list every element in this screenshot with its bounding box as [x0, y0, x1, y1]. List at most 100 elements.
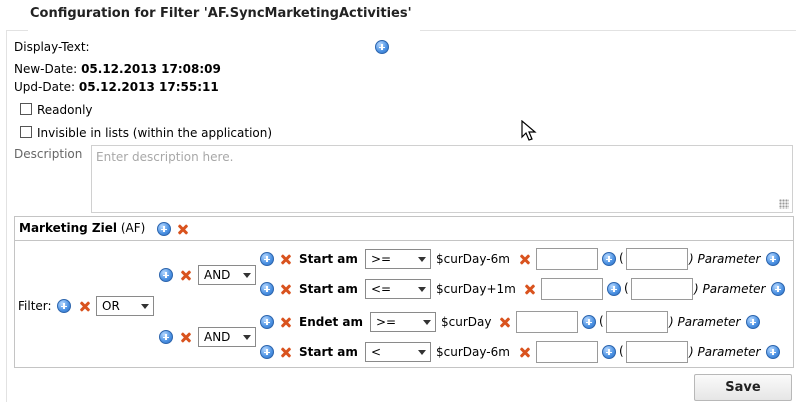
comparator-value: >= — [371, 252, 392, 266]
filter-header-divider — [15, 240, 793, 241]
parameter-label: ) Parameter — [669, 315, 741, 329]
description-placeholder: Enter description here. — [96, 150, 234, 164]
chevron-down-icon — [418, 257, 426, 262]
add-parameter-end-icon[interactable] — [766, 252, 780, 266]
group1-operator-value: AND — [204, 268, 231, 282]
condition-value-input[interactable] — [516, 311, 578, 333]
add-root-condition-icon[interactable] — [57, 299, 71, 313]
condition-field: Start am — [299, 345, 358, 359]
readonly-label: Readonly — [37, 103, 93, 117]
clear-value-icon[interactable] — [523, 282, 537, 296]
root-operator-value: OR — [102, 299, 120, 313]
condition-value-input[interactable] — [541, 278, 603, 300]
display-text-label: Display-Text: — [14, 40, 90, 54]
description-label: Description — [14, 147, 83, 161]
delete-filter-group-icon[interactable] — [176, 222, 190, 236]
upd-date-value: 05.12.2013 17:55:11 — [78, 80, 219, 94]
readonly-checkbox[interactable] — [20, 103, 32, 115]
delete-group2-icon[interactable] — [179, 330, 193, 344]
parameter-label: ) Parameter — [694, 282, 766, 296]
frame-top-right — [420, 30, 796, 31]
add-group2-condition-icon[interactable] — [159, 330, 173, 344]
parameter-label: ) Parameter — [689, 345, 761, 359]
page-title: Configuration for Filter 'AF.SyncMarketi… — [30, 6, 412, 21]
comparator-value: <= — [371, 282, 392, 296]
parameter-input[interactable] — [631, 278, 693, 300]
add-condition-icon[interactable] — [260, 315, 274, 329]
filter-group-name: Marketing Ziel — [19, 221, 117, 235]
frame-top-left — [6, 30, 28, 31]
comparator-value: < — [371, 345, 382, 359]
clear-value-icon[interactable] — [518, 252, 532, 266]
parameter-input[interactable] — [626, 248, 688, 270]
resize-grip-icon[interactable] — [779, 199, 789, 209]
add-parameter-end-icon[interactable] — [771, 282, 785, 296]
condition-value-input[interactable] — [536, 341, 598, 363]
delete-condition-icon[interactable] — [279, 345, 293, 359]
add-condition-icon[interactable] — [260, 345, 274, 359]
chevron-down-icon — [418, 350, 426, 355]
upd-date-row: Upd-Date: 05.12.2013 17:55:11 — [14, 80, 219, 94]
add-condition-icon[interactable] — [260, 282, 274, 296]
delete-condition-icon[interactable] — [279, 282, 293, 296]
chevron-down-icon — [243, 335, 251, 340]
invisible-label: Invisible in lists (within the applicati… — [37, 126, 273, 140]
add-filter-group-icon[interactable] — [157, 222, 171, 236]
condition-value: $curDay — [441, 315, 492, 329]
clear-value-icon[interactable] — [498, 315, 512, 329]
add-parameter-icon[interactable] — [602, 252, 616, 266]
clear-value-icon[interactable] — [518, 345, 532, 359]
new-date-value: 05.12.2013 17:08:09 — [81, 62, 221, 76]
group1-operator-select[interactable]: AND — [198, 265, 256, 285]
delete-group1-icon[interactable] — [179, 268, 193, 282]
condition-comparator-select[interactable]: < — [365, 342, 431, 362]
chevron-down-icon — [423, 320, 431, 325]
add-display-text-icon[interactable] — [375, 40, 389, 54]
filter-label: Filter: — [18, 299, 52, 313]
parameter-input[interactable] — [626, 341, 688, 363]
group2-operator-select[interactable]: AND — [198, 327, 256, 347]
add-condition-icon[interactable] — [260, 252, 274, 266]
condition-value: $curDay-6m — [436, 345, 510, 359]
condition-field: Endet am — [299, 315, 363, 329]
condition-comparator-select[interactable]: >= — [365, 249, 431, 269]
new-date-row: New-Date: 05.12.2013 17:08:09 — [14, 62, 221, 76]
condition-field: Start am — [299, 252, 358, 266]
filter-group-header: Marketing Ziel (AF) — [19, 221, 145, 235]
add-parameter-end-icon[interactable] — [766, 345, 780, 359]
add-parameter-icon[interactable] — [607, 282, 621, 296]
condition-value: $curDay-6m — [436, 252, 510, 266]
condition-value-input[interactable] — [536, 248, 598, 270]
comparator-value: >= — [376, 315, 397, 329]
add-parameter-icon[interactable] — [582, 315, 596, 329]
condition-comparator-select[interactable]: >= — [370, 312, 436, 332]
open-paren: ( — [624, 281, 629, 295]
invisible-checkbox[interactable] — [20, 126, 32, 138]
add-parameter-end-icon[interactable] — [746, 315, 760, 329]
delete-condition-icon[interactable] — [279, 252, 293, 266]
new-date-label: New-Date: — [14, 62, 78, 76]
delete-condition-icon[interactable] — [279, 315, 293, 329]
root-operator-select[interactable]: OR — [96, 296, 154, 316]
chevron-down-icon — [141, 304, 149, 309]
condition-field: Start am — [299, 282, 358, 296]
add-group1-condition-icon[interactable] — [159, 268, 173, 282]
open-paren: ( — [619, 251, 624, 265]
open-paren: ( — [599, 314, 604, 328]
parameter-input[interactable] — [606, 311, 668, 333]
condition-comparator-select[interactable]: <= — [365, 279, 431, 299]
add-parameter-icon[interactable] — [602, 345, 616, 359]
mouse-cursor-icon — [521, 120, 537, 141]
save-button[interactable]: Save — [694, 374, 792, 401]
delete-root-condition-icon[interactable] — [78, 299, 92, 313]
description-textarea[interactable]: Enter description here. — [91, 145, 793, 213]
condition-value: $curDay+1m — [436, 282, 516, 296]
frame-left — [6, 30, 7, 402]
chevron-down-icon — [243, 273, 251, 278]
chevron-down-icon — [418, 287, 426, 292]
upd-date-label: Upd-Date: — [14, 80, 76, 94]
filter-group-suffix: (AF) — [120, 221, 146, 235]
parameter-label: ) Parameter — [689, 252, 761, 266]
open-paren: ( — [619, 344, 624, 358]
group2-operator-value: AND — [204, 330, 231, 344]
